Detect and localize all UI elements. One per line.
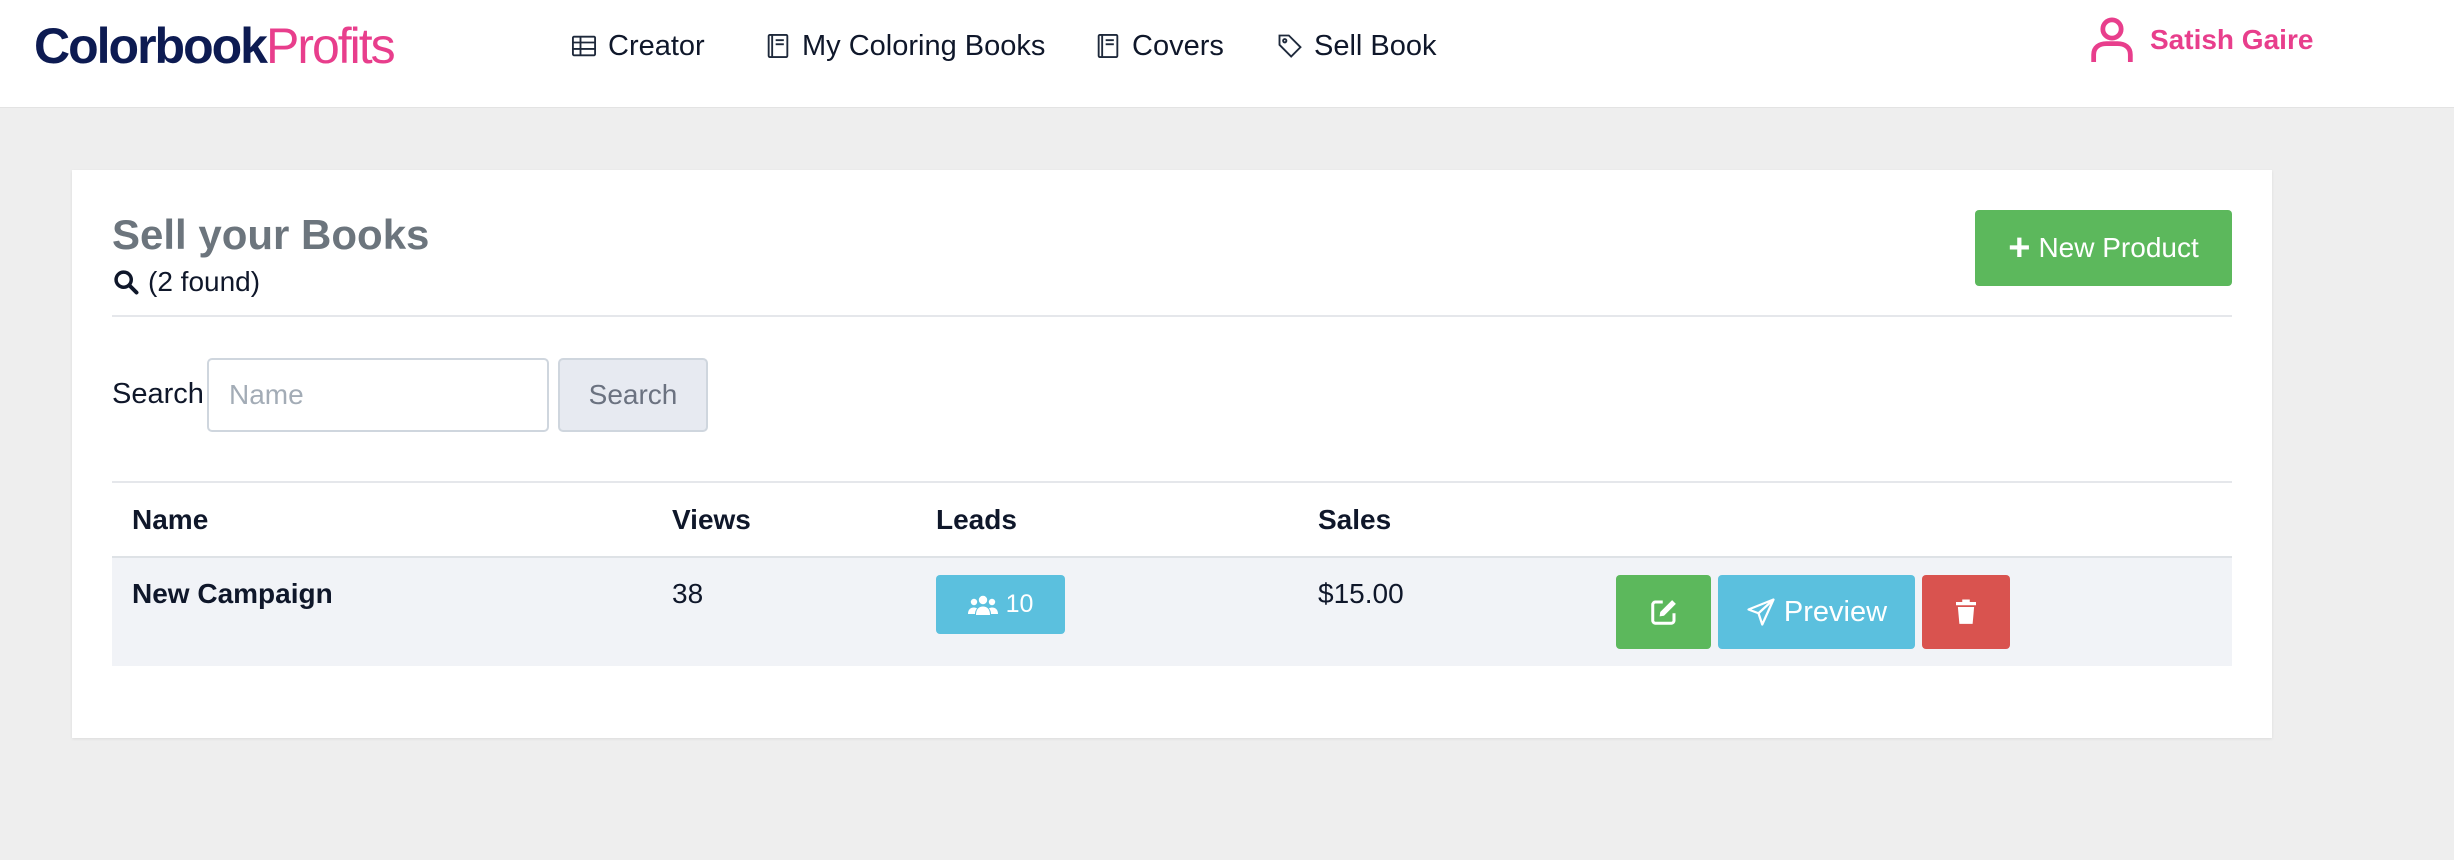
results-count-text: (2 found) xyxy=(148,266,261,297)
plus-icon: + xyxy=(2008,227,2031,269)
column-header-leads[interactable]: Leads xyxy=(936,504,1017,536)
nav-covers[interactable]: Covers xyxy=(1094,26,1224,66)
book-icon xyxy=(767,33,789,59)
users-icon xyxy=(967,595,998,615)
edit-button[interactable] xyxy=(1616,575,1711,649)
divider xyxy=(112,315,2232,317)
tag-icon xyxy=(1278,34,1302,58)
leads-count: 10 xyxy=(1005,590,1034,618)
search-label: Search xyxy=(112,378,204,410)
table-icon xyxy=(571,35,597,57)
search-button[interactable]: Search xyxy=(558,358,708,432)
user-menu[interactable]: Satish Gaire xyxy=(2090,16,2313,64)
preview-label: Preview xyxy=(1783,595,1888,628)
nav-creator[interactable]: Creator xyxy=(570,26,705,66)
page-title: Sell your Books xyxy=(112,211,430,258)
edit-icon xyxy=(1650,600,1676,625)
trash-icon xyxy=(1956,599,1976,624)
new-product-label: New Product xyxy=(2038,232,2199,263)
column-header-sales[interactable]: Sales xyxy=(1318,504,1391,536)
brand-logo-part1: Colorbook xyxy=(34,18,268,74)
nav-my-coloring-books[interactable]: My Coloring Books xyxy=(764,26,1045,66)
book-icon xyxy=(1097,33,1119,59)
products-table: Name Views Leads Sales New Campaign 38 1… xyxy=(112,481,2232,666)
new-product-button[interactable]: + New Product xyxy=(1975,210,2232,286)
product-views: 38 xyxy=(672,578,704,609)
sell-books-card: Sell your Books (2 found) + New Product … xyxy=(72,170,2272,738)
nav-creator-label: Creator xyxy=(608,29,705,62)
nav-sell-book-label: Sell Book xyxy=(1314,29,1437,62)
nav-sell-book[interactable]: Sell Book xyxy=(1276,26,1437,66)
results-count: (2 found) xyxy=(112,266,260,298)
table-row: New Campaign 38 10 $15.00 Preview xyxy=(112,558,2232,666)
search-icon xyxy=(114,270,139,295)
top-navbar: ColorbookProfits Creator My Coloring Boo… xyxy=(0,0,2454,108)
nav-my-coloring-books-label: My Coloring Books xyxy=(802,29,1046,62)
brand-logo[interactable]: ColorbookProfits xyxy=(34,18,396,74)
leads-button[interactable]: 10 xyxy=(936,575,1065,634)
table-header: Name Views Leads Sales xyxy=(112,481,2232,558)
user-icon xyxy=(2091,17,2133,62)
column-header-name[interactable]: Name xyxy=(132,504,208,536)
product-sales: $15.00 xyxy=(1318,578,1404,609)
paper-plane-icon xyxy=(1747,598,1775,626)
nav-covers-label: Covers xyxy=(1132,29,1224,62)
user-name: Satish Gaire xyxy=(2150,24,2314,55)
preview-button[interactable]: Preview xyxy=(1718,575,1915,649)
product-name: New Campaign xyxy=(132,578,333,609)
column-header-views[interactable]: Views xyxy=(672,504,751,536)
delete-button[interactable] xyxy=(1922,575,2010,649)
search-input[interactable] xyxy=(207,358,549,432)
brand-logo-part2: Profits xyxy=(265,18,396,74)
